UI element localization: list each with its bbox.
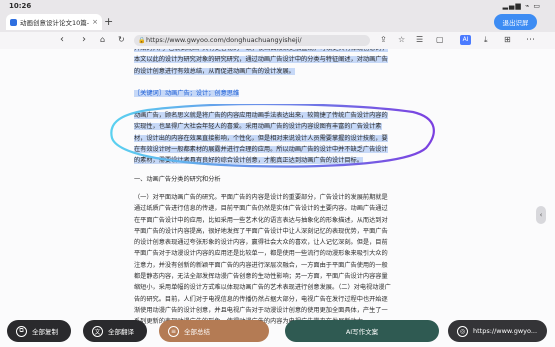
section-heading: 一、动画广告分类的研究和分析 xyxy=(134,175,221,183)
more-menu-icon[interactable]: ⋯ xyxy=(526,34,535,46)
body-paragraph: （一）对平面动画广告的研究。平面广告的内容是设计的重要部分，广告设计的发展前期就… xyxy=(134,193,391,326)
bottom-toolbar: ⧉ 全部复制 文 全部翻译 ≡ 全部总结 AI写作文案 ◎ https://ww… xyxy=(0,317,555,347)
extensions-icon[interactable]: ⊞ xyxy=(504,34,511,46)
browser-tab[interactable]: 动画创意设计论文10篇-... × xyxy=(6,14,102,30)
copy-icon: ⧉ xyxy=(16,325,27,337)
forward-icon[interactable]: › xyxy=(82,34,86,46)
ai-writing-label: AI写作文案 xyxy=(345,328,379,336)
intro-text: 开始的入门“包装式动画”具有更容易的一致，使画面效果更加直观，可以更具有体现创意… xyxy=(134,49,388,75)
keywords-label: ［关键词］ xyxy=(134,89,165,97)
back-icon[interactable]: ‹ xyxy=(60,34,64,46)
translate-icon: 文 xyxy=(92,325,103,337)
home-icon[interactable]: ⌂ xyxy=(100,34,105,46)
copy-all-button[interactable]: ⧉ 全部复制 xyxy=(7,320,71,342)
address-bar[interactable]: 🔒 https://www.gwyoo.com/donghuachuangyis… xyxy=(134,35,370,46)
new-tab-button[interactable]: + xyxy=(104,15,113,28)
tab-close-icon[interactable]: × xyxy=(92,18,98,26)
navigation-bar: ‹ › ⌂ ↻ 🔒 https://www.gwyoo.com/donghuac… xyxy=(0,32,555,49)
favicon-icon xyxy=(10,18,17,26)
scroll-handle-icon[interactable]: ‹ xyxy=(536,206,546,224)
lock-icon: 🔒 xyxy=(138,37,146,44)
tab-title: 动画创意设计论文10篇-... xyxy=(20,19,90,27)
keywords-text: 动画广告；设计；创意思维 xyxy=(164,89,240,97)
selected-text: 动画广告，顾名思义就是将广告的内容应用动画手法表达出来，较简捷了传统广告设计内容… xyxy=(134,112,388,165)
selected-paragraph[interactable]: 动画广告，顾名思义就是将广告的内容应用动画手法表达出来，较简捷了传统广告设计内容… xyxy=(134,110,392,166)
url-short-label: https://www.gwyo... xyxy=(473,327,538,335)
tab-bar: 动画创意设计论文10篇-... × + xyxy=(0,12,555,32)
open-url-button[interactable]: ◎ https://www.gwyo... xyxy=(448,320,547,342)
summary-icon: ≡ xyxy=(168,325,179,337)
address-text: https://www.gwyoo.com/donghuachuangyishe… xyxy=(146,36,302,44)
summarize-all-button[interactable]: ≡ 全部总结 xyxy=(159,320,269,342)
ai-assistant-icon[interactable]: AI xyxy=(460,35,471,45)
intro-paragraph: 开始的入门“包装式动画”具有更容易的一致，使画面效果更加直观，可以更具有体现创意… xyxy=(134,49,392,77)
copy-all-label: 全部复制 xyxy=(32,328,58,336)
web-content[interactable]: 开始的入门“包装式动画”具有更容易的一致，使画面效果更加直观，可以更具有体现创意… xyxy=(0,49,555,347)
translate-all-label: 全部翻译 xyxy=(108,328,134,336)
keywords-line: ［关键词］动画广告；设计；创意思维 xyxy=(134,88,392,99)
bookmarks-icon[interactable]: ☰ xyxy=(416,34,423,46)
system-status-icons: ▂▄▆ ⌁ ▭ xyxy=(502,2,541,10)
globe-icon: ◎ xyxy=(457,325,468,337)
exit-recognition-button[interactable]: 退出识屏 xyxy=(494,14,537,30)
star-icon[interactable]: ☆ xyxy=(398,34,405,46)
summarize-all-label: 全部总结 xyxy=(184,328,210,336)
tabs-icon[interactable]: ▢ xyxy=(436,34,444,46)
translate-all-button[interactable]: 文 全部翻译 xyxy=(83,320,147,342)
status-time: 10:26 xyxy=(9,2,32,10)
share-icon[interactable]: ⇪ xyxy=(380,34,387,46)
ai-writing-button[interactable]: AI写作文案 xyxy=(285,320,439,342)
status-bar: 10:26 ▂▄▆ ⌁ ▭ xyxy=(0,0,555,12)
article-body: 开始的入门“包装式动画”具有更容易的一致，使画面效果更加直观，可以更具有体现创意… xyxy=(134,49,392,328)
refresh-icon[interactable]: ↻ xyxy=(118,34,125,46)
downloads-icon[interactable]: ⤓ xyxy=(484,34,488,46)
